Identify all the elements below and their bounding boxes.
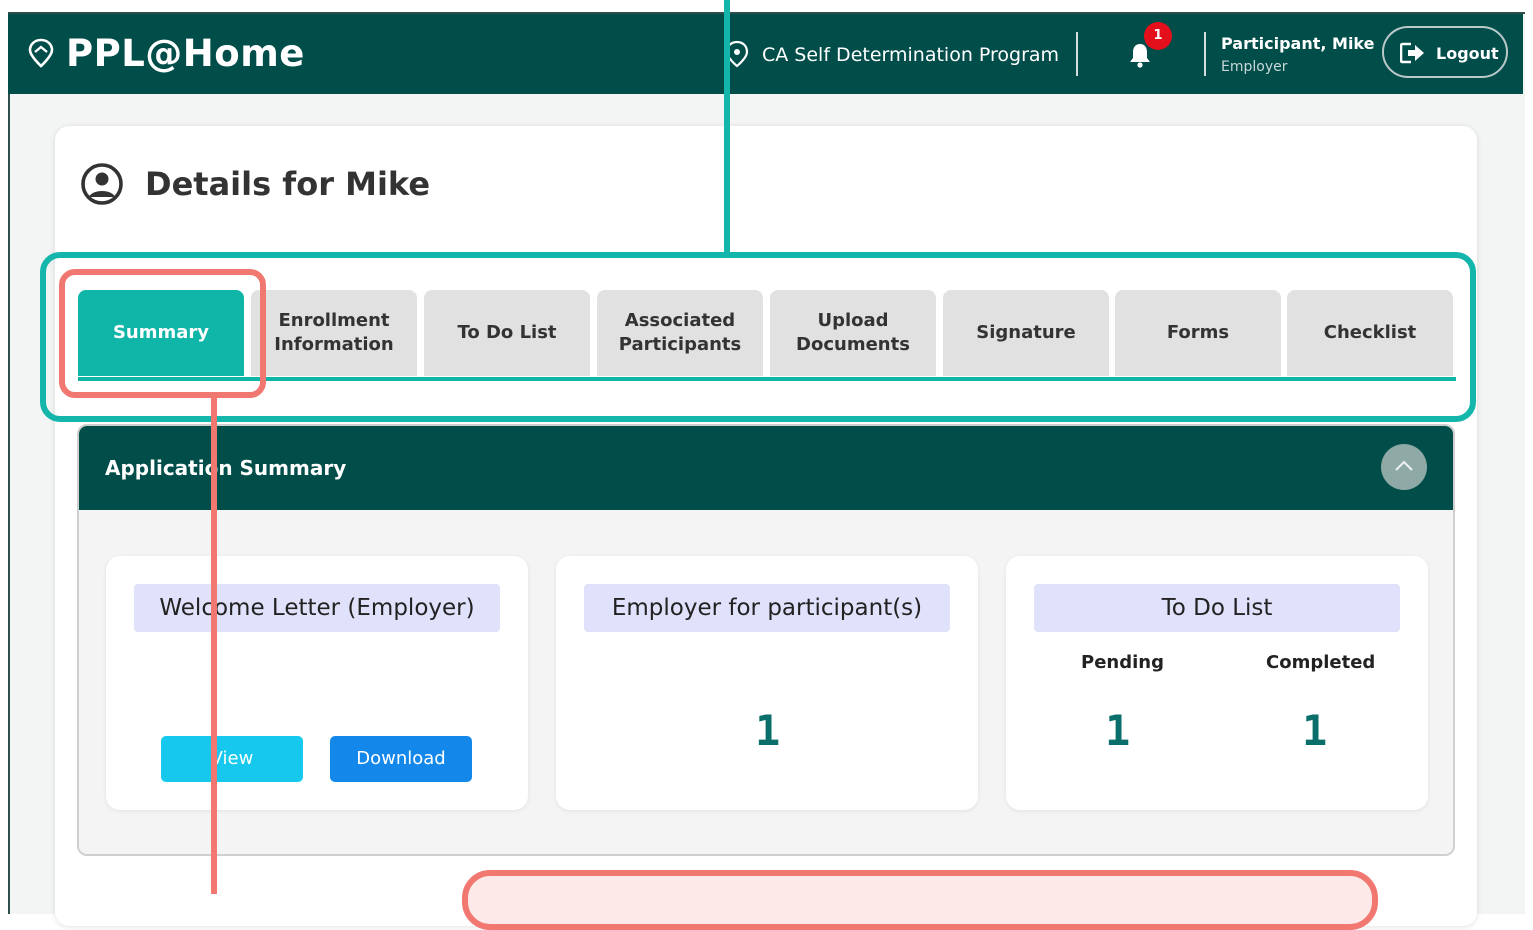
brand-logo-text[interactable]: PPL@Home <box>66 32 305 75</box>
pending-label: Pending <box>1081 652 1164 673</box>
application-summary-panel: Application Summary Welcome Letter (Empl… <box>77 424 1455 856</box>
user-role: Employer <box>1221 59 1288 75</box>
completed-label: Completed <box>1266 652 1376 673</box>
employer-for-count: 1 <box>755 706 781 755</box>
logout-icon <box>1400 42 1424 64</box>
logout-button[interactable]: Logout <box>1382 26 1508 78</box>
annotation-callout-box <box>462 870 1378 930</box>
logo-icon <box>28 38 54 68</box>
todo-summary-card: To Do List Pending Completed 1 1 <box>1006 556 1428 810</box>
todo-title: To Do List <box>1034 584 1400 632</box>
employer-for-participants-card: Employer for participant(s) 1 <box>556 556 978 810</box>
welcome-letter-title: Welcome Letter (Employer) <box>134 584 500 632</box>
collapse-button[interactable] <box>1381 444 1427 490</box>
annotation-callout-line <box>724 0 730 254</box>
header-divider <box>1076 32 1078 76</box>
chevron-up-icon <box>1395 460 1413 471</box>
view-button[interactable]: View <box>161 736 303 782</box>
top-navigation-bar: PPL@Home CA Self Determination Program 1… <box>8 14 1523 94</box>
user-name: Participant, Mike <box>1221 34 1375 53</box>
user-circle-icon <box>81 163 123 205</box>
employer-for-title: Employer for participant(s) <box>584 584 950 632</box>
page-title: Details for Mike <box>145 165 431 203</box>
notification-badge: 1 <box>1144 22 1172 50</box>
panel-title: Application Summary <box>105 456 347 480</box>
logout-label: Logout <box>1436 44 1499 63</box>
welcome-letter-card: Welcome Letter (Employer) View Download <box>106 556 528 810</box>
annotation-callout-line <box>211 397 217 894</box>
completed-count: 1 <box>1302 706 1328 755</box>
pending-count: 1 <box>1105 706 1131 755</box>
panel-header: Application Summary <box>79 426 1453 510</box>
header-divider <box>1204 32 1206 76</box>
download-button[interactable]: Download <box>330 736 472 782</box>
program-selector[interactable]: CA Self Determination Program <box>762 44 1059 66</box>
annotation-highlight-summary-tab <box>59 269 266 398</box>
